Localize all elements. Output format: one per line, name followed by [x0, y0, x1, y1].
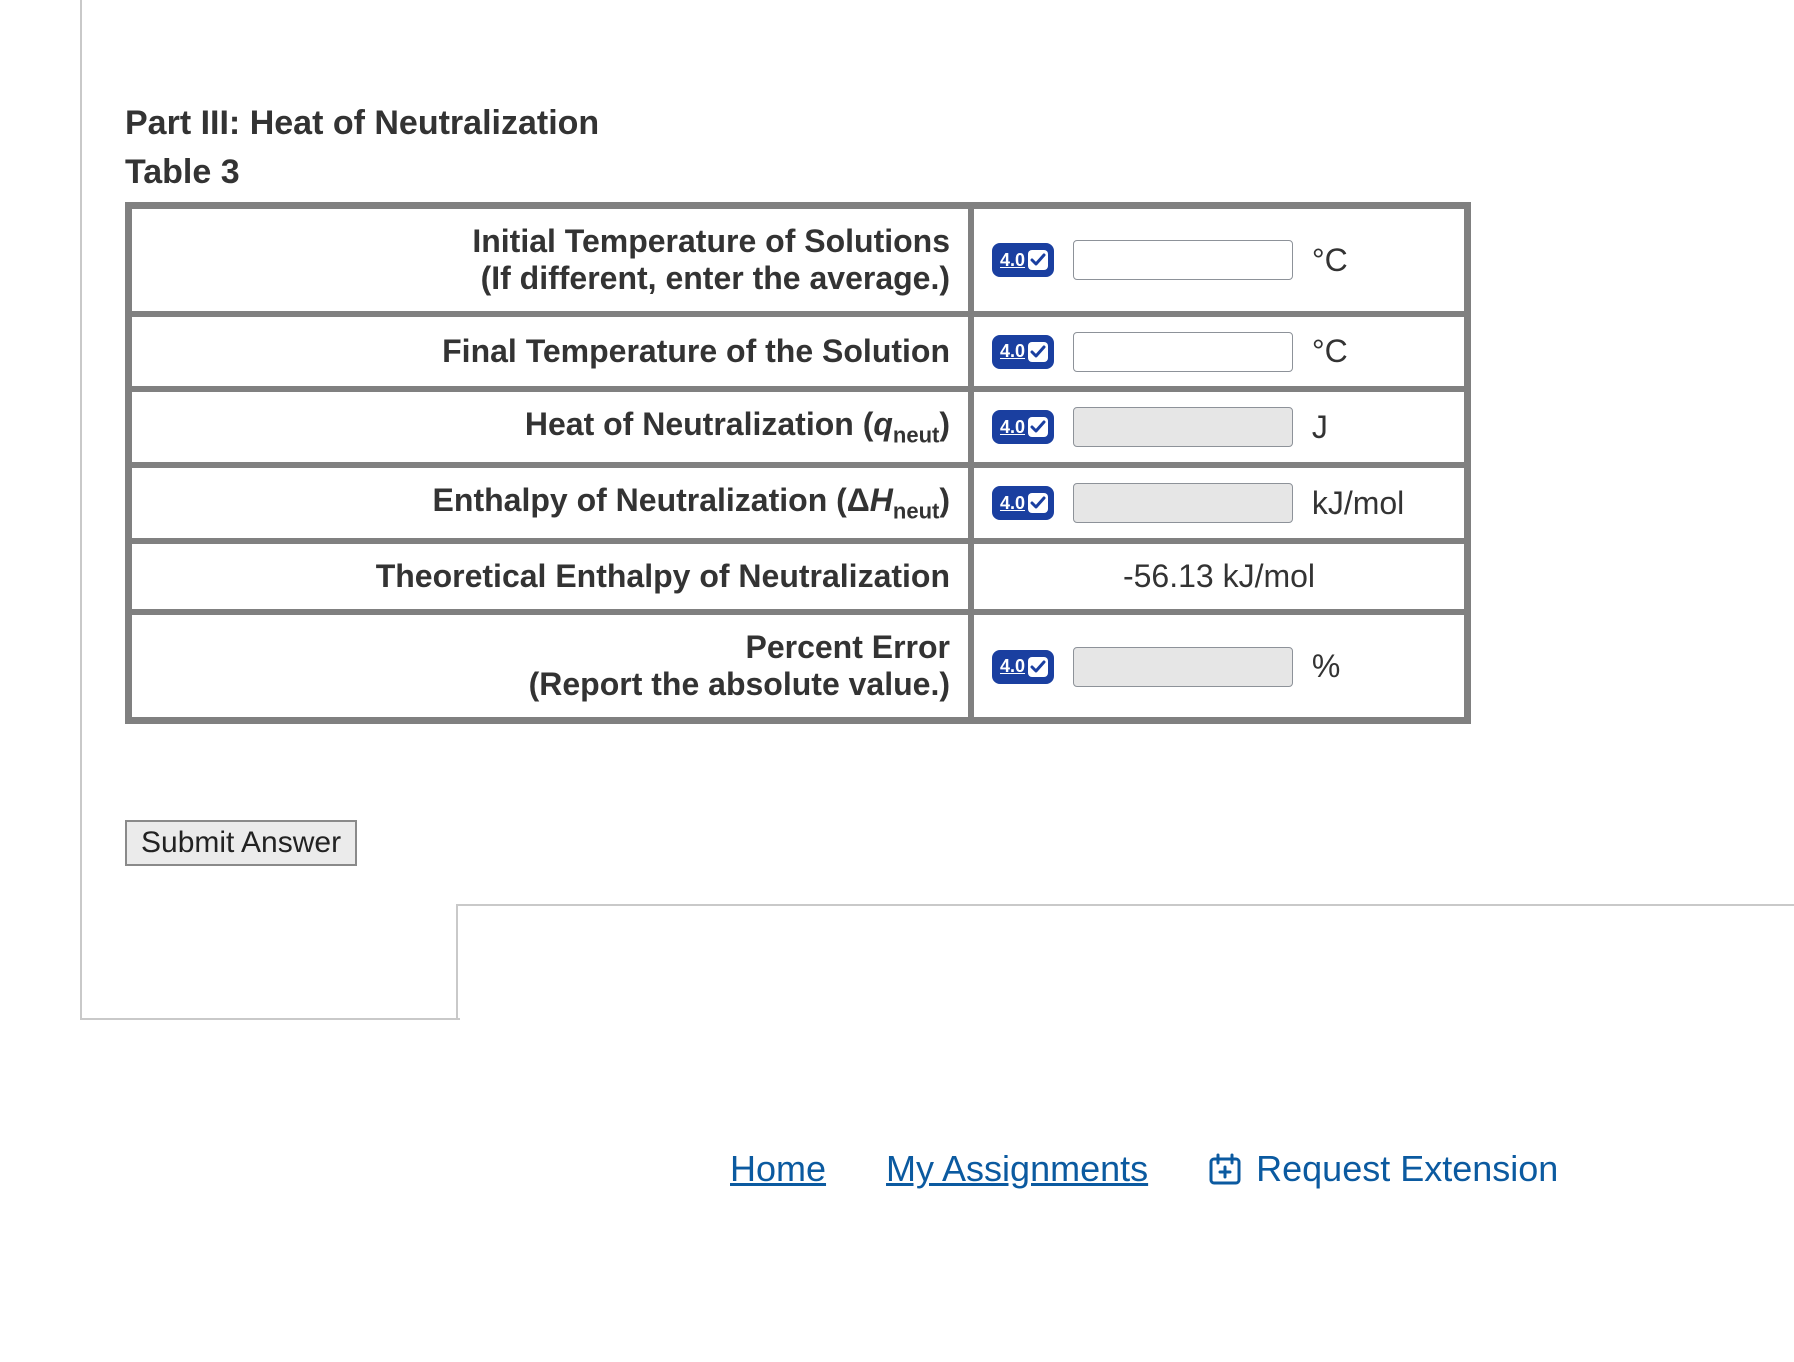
- sigfig-badge[interactable]: 4.0: [992, 486, 1054, 520]
- table-title: Table 3: [125, 153, 1705, 192]
- card-left-border: [80, 0, 82, 910]
- row-label: Heat of Neutralization (qneut): [131, 391, 969, 463]
- sigfig-badge[interactable]: 4.0: [992, 243, 1054, 277]
- part-title: Part III: Heat of Neutralization: [125, 104, 1705, 143]
- table-3: Initial Temperature of Solutions (If dif…: [125, 202, 1471, 724]
- row-static-value: -56.13 kJ/mol: [973, 543, 1465, 610]
- request-extension-link[interactable]: Request Extension: [1208, 1148, 1558, 1190]
- my-assignments-link[interactable]: My Assignments: [886, 1148, 1148, 1190]
- unit-label: °C: [1312, 333, 1348, 369]
- card-border-segment: [456, 904, 458, 1018]
- row-value: 4.0 °C: [973, 208, 1465, 312]
- request-extension-label: Request Extension: [1256, 1148, 1558, 1190]
- sigfig-badge[interactable]: 4.0: [992, 410, 1054, 444]
- row-label: Percent Error (Report the absolute value…: [131, 614, 969, 718]
- answer-input[interactable]: [1073, 332, 1293, 372]
- check-icon: [1028, 657, 1048, 677]
- row-label: Theoretical Enthalpy of Neutralization: [131, 543, 969, 610]
- row-value: 4.0 °C: [973, 316, 1465, 387]
- row-value: 4.0 %: [973, 614, 1465, 718]
- check-icon: [1028, 417, 1048, 437]
- footer-nav: Home My Assignments Request Extension: [0, 1148, 1794, 1190]
- table-row: Initial Temperature of Solutions (If dif…: [131, 208, 1465, 312]
- unit-label: %: [1312, 648, 1340, 684]
- answer-input[interactable]: [1073, 483, 1293, 523]
- card-border-segment: [456, 904, 1794, 906]
- sigfig-badge[interactable]: 4.0: [992, 335, 1054, 369]
- table-row: Final Temperature of the Solution 4.0 °C: [131, 316, 1465, 387]
- answer-input[interactable]: [1073, 407, 1293, 447]
- answer-input[interactable]: [1073, 240, 1293, 280]
- check-icon: [1028, 250, 1048, 270]
- question-section: Part III: Heat of Neutralization Table 3…: [125, 104, 1705, 866]
- row-label: Initial Temperature of Solutions (If dif…: [131, 208, 969, 312]
- table-row: Heat of Neutralization (qneut) 4.0 J: [131, 391, 1465, 463]
- table-row: Enthalpy of Neutralization (ΔHneut) 4.0 …: [131, 467, 1465, 539]
- calendar-plus-icon: [1208, 1152, 1242, 1186]
- answer-input[interactable]: [1073, 647, 1293, 687]
- row-value: 4.0 kJ/mol: [973, 467, 1465, 539]
- row-label: Enthalpy of Neutralization (ΔHneut): [131, 467, 969, 539]
- card-border-segment: [80, 1018, 460, 1020]
- unit-label: kJ/mol: [1312, 485, 1404, 521]
- table-row: Percent Error (Report the absolute value…: [131, 614, 1465, 718]
- table-row: Theoretical Enthalpy of Neutralization -…: [131, 543, 1465, 610]
- sigfig-badge[interactable]: 4.0: [992, 650, 1054, 684]
- row-label: Final Temperature of the Solution: [131, 316, 969, 387]
- check-icon: [1028, 342, 1048, 362]
- check-icon: [1028, 493, 1048, 513]
- card-border-segment: [80, 906, 82, 1020]
- unit-label: °C: [1312, 242, 1348, 278]
- row-value: 4.0 J: [973, 391, 1465, 463]
- home-link[interactable]: Home: [730, 1148, 826, 1190]
- submit-answer-button[interactable]: Submit Answer: [125, 820, 357, 866]
- unit-label: J: [1312, 409, 1328, 445]
